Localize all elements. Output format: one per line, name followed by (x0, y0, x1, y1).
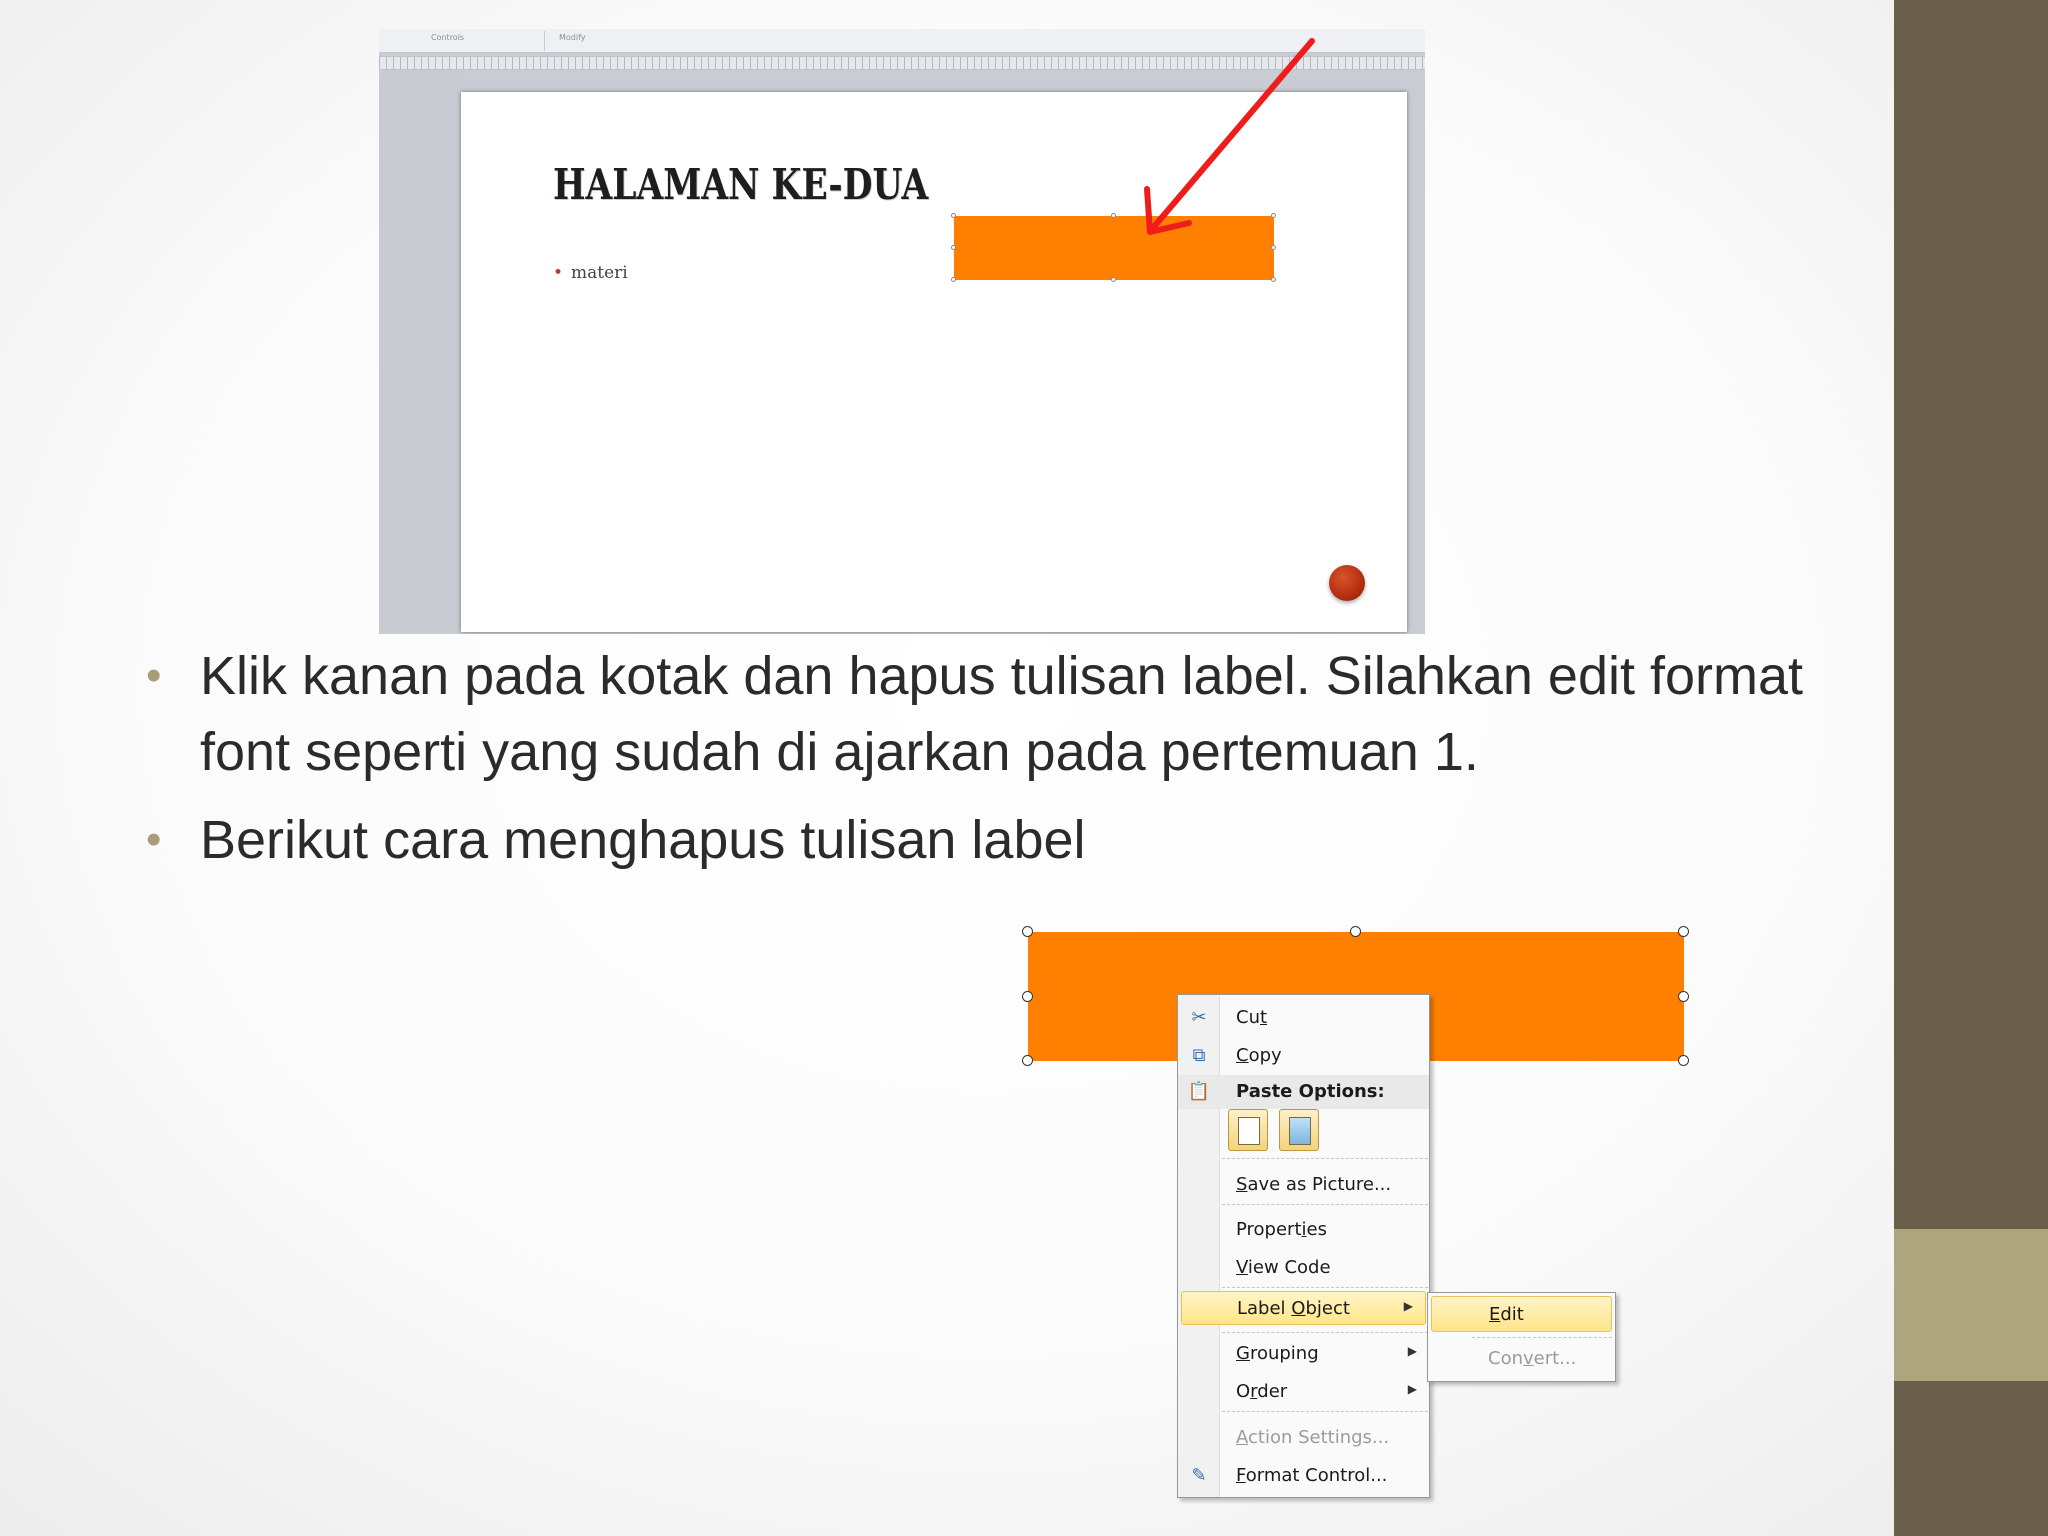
menu-item-order[interactable]: Order ▶ (1178, 1375, 1429, 1409)
bullet-list: • Klik kanan pada kotak dan hapus tulisa… (146, 638, 1866, 890)
menu-item-save-as-picture[interactable]: Save as Picture... (1178, 1168, 1429, 1202)
bullet-item: • Klik kanan pada kotak dan hapus tulisa… (146, 638, 1866, 790)
menu-item-copy[interactable]: ⧉ Copy (1178, 1039, 1429, 1073)
paste-icon: 📋 (1187, 1081, 1211, 1102)
menu-item-grouping[interactable]: Grouping ▶ (1178, 1337, 1429, 1371)
submenu-arrow-icon: ▶ (1403, 1299, 1413, 1313)
menu-separator (1472, 1337, 1612, 1338)
menu-separator (1222, 1158, 1428, 1159)
submenu-item-edit[interactable]: Edit (1431, 1296, 1612, 1332)
bullet-mark: • (146, 651, 162, 700)
bullet-text: Berikut cara menghapus tulisan label (200, 810, 1086, 870)
red-pointer-arrow-icon (1144, 38, 1315, 235)
resize-handle[interactable] (1678, 926, 1689, 937)
menu-separator (1222, 1204, 1428, 1205)
menu-item-label-object[interactable]: Label Object ▶ (1181, 1291, 1426, 1325)
paste-keep-text-button[interactable] (1228, 1109, 1268, 1151)
resize-handle[interactable] (1350, 926, 1361, 937)
scissors-icon: ✂ (1191, 1007, 1207, 1028)
copy-icon: ⧉ (1192, 1045, 1206, 1066)
menu-separator (1222, 1332, 1428, 1333)
menu-item-action-settings[interactable]: Action Settings... (1178, 1421, 1429, 1455)
resize-handle[interactable] (1022, 1055, 1033, 1066)
submenu-arrow-icon: ▶ (1407, 1382, 1417, 1396)
menu-separator (1222, 1287, 1428, 1288)
side-decoration-accent (1894, 1229, 2048, 1381)
bullet-mark: • (146, 815, 162, 864)
resize-handle[interactable] (1678, 991, 1689, 1002)
menu-item-view-code[interactable]: View Code (1178, 1251, 1429, 1285)
menu-item-format-control[interactable]: ✎ Format Control... (1178, 1459, 1429, 1493)
bullet-text: Klik kanan pada kotak dan hapus tulisan … (200, 646, 1804, 782)
menu-separator (1222, 1411, 1428, 1412)
paste-picture-button[interactable] (1279, 1109, 1319, 1151)
resize-handle[interactable] (1678, 1055, 1689, 1066)
submenu-arrow-icon: ▶ (1407, 1344, 1417, 1358)
label-object-submenu: Edit Convert... (1427, 1292, 1616, 1382)
menu-item-properties[interactable]: Properties (1178, 1213, 1429, 1247)
menu-item-cut[interactable]: ✂ Cut (1178, 1001, 1429, 1035)
resize-handle[interactable] (1022, 991, 1033, 1002)
menu-header-paste-options: 📋 Paste Options: (1178, 1075, 1429, 1109)
format-control-icon: ✎ (1191, 1465, 1207, 1486)
resize-handle[interactable] (1022, 926, 1033, 937)
context-menu: ✂ Cut ⧉ Copy 📋 Paste Options: Save as Pi… (1177, 994, 1430, 1498)
bullet-item: • Berikut cara menghapus tulisan label (146, 802, 1866, 878)
submenu-item-convert[interactable]: Convert... (1431, 1341, 1612, 1377)
paste-options-row (1228, 1109, 1428, 1153)
